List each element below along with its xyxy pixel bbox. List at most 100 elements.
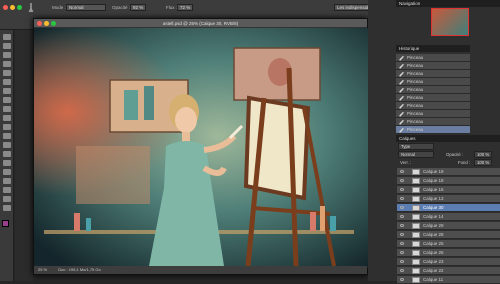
history-item-label: Pinceau bbox=[407, 63, 424, 68]
fill-label: Fond : bbox=[458, 160, 471, 165]
eye-icon[interactable] bbox=[400, 269, 404, 272]
eye-icon[interactable] bbox=[400, 242, 404, 245]
layer-kind-filter[interactable]: Type bbox=[398, 143, 434, 150]
eye-icon[interactable] bbox=[400, 197, 404, 200]
layer-name: Calque 16 bbox=[423, 187, 444, 192]
brush-icon bbox=[399, 104, 404, 109]
minimize-window-icon[interactable] bbox=[10, 5, 15, 10]
eye-icon[interactable] bbox=[400, 260, 404, 263]
foreground-color-swatch[interactable] bbox=[2, 220, 9, 227]
mode-select[interactable]: Normal bbox=[66, 4, 106, 11]
layer-thumbnail bbox=[412, 267, 420, 274]
healing-tool-icon[interactable] bbox=[3, 88, 11, 94]
type-tool-icon[interactable] bbox=[3, 169, 11, 175]
layer-name: Calque 23 bbox=[423, 259, 444, 264]
workspace-background bbox=[15, 30, 33, 281]
layer-row[interactable]: Calque 19 bbox=[397, 168, 500, 176]
painting-artwork bbox=[34, 28, 369, 268]
zoom-document-icon[interactable] bbox=[51, 21, 56, 26]
layer-row[interactable]: Calque 14 bbox=[397, 213, 500, 221]
dodge-tool-icon[interactable] bbox=[3, 151, 11, 157]
history-item[interactable]: Pinceau bbox=[396, 118, 470, 126]
layer-row[interactable]: Calque 26 bbox=[397, 249, 500, 257]
layer-thumbnail bbox=[412, 240, 420, 247]
history-item[interactable]: Pinceau bbox=[396, 62, 470, 70]
history-item-label: Pinceau bbox=[407, 71, 424, 76]
history-item[interactable]: Pinceau bbox=[396, 86, 470, 94]
layer-name: Calque 28 bbox=[423, 232, 444, 237]
eye-icon[interactable] bbox=[400, 170, 404, 173]
blur-tool-icon[interactable] bbox=[3, 142, 11, 148]
layer-row[interactable]: Calque 13 bbox=[397, 195, 500, 203]
brush-tool-icon[interactable] bbox=[28, 3, 34, 12]
move-tool-icon[interactable] bbox=[3, 34, 11, 40]
history-tab[interactable]: Historique bbox=[396, 45, 470, 52]
brush-icon bbox=[399, 56, 404, 61]
navigator-tab[interactable]: Navigation bbox=[396, 0, 500, 7]
layer-row[interactable]: Calque 28 bbox=[397, 231, 500, 239]
zoom-tool-icon[interactable] bbox=[3, 205, 11, 211]
layer-thumbnail bbox=[412, 276, 420, 283]
document-title-bar[interactable]: astell.psd @ 25% (Calque 30, RVB/8) bbox=[34, 19, 367, 28]
quick-select-tool-icon[interactable] bbox=[3, 61, 11, 67]
shape-tool-icon[interactable] bbox=[3, 187, 11, 193]
fill-field[interactable]: 100 % bbox=[474, 159, 492, 166]
eye-icon[interactable] bbox=[400, 251, 404, 254]
eye-icon[interactable] bbox=[400, 179, 404, 182]
layer-thumbnail bbox=[412, 177, 420, 184]
pen-tool-icon[interactable] bbox=[3, 160, 11, 166]
layer-row[interactable]: Calque 11 bbox=[397, 276, 500, 284]
history-item[interactable]: Pinceau bbox=[396, 54, 470, 62]
layer-row[interactable]: Calque 23 bbox=[397, 258, 500, 266]
history-item[interactable]: Pinceau bbox=[396, 126, 470, 134]
close-document-icon[interactable] bbox=[37, 21, 42, 26]
layer-row[interactable]: Calque 29 bbox=[397, 222, 500, 230]
zoom-window-icon[interactable] bbox=[17, 5, 22, 10]
document-size: Doc : 199,1 Mo/1,75 Go bbox=[58, 267, 101, 272]
eye-icon[interactable] bbox=[400, 215, 404, 218]
crop-tool-icon[interactable] bbox=[3, 70, 11, 76]
path-select-tool-icon[interactable] bbox=[3, 178, 11, 184]
lasso-tool-icon[interactable] bbox=[3, 52, 11, 58]
layer-name: Calque 25 bbox=[423, 241, 444, 246]
brush-icon bbox=[399, 112, 404, 117]
stamp-tool-icon[interactable] bbox=[3, 106, 11, 112]
brush-tool-icon[interactable] bbox=[3, 97, 11, 103]
history-brush-tool-icon[interactable] bbox=[3, 115, 11, 121]
layer-row[interactable]: Calque 25 bbox=[397, 240, 500, 248]
opacity-field[interactable]: 92 % bbox=[130, 4, 146, 11]
eye-icon[interactable] bbox=[400, 233, 404, 236]
layer-name: Calque 19 bbox=[423, 169, 444, 174]
hand-tool-icon[interactable] bbox=[3, 196, 11, 202]
layer-thumbnail bbox=[412, 168, 420, 175]
close-window-icon[interactable] bbox=[3, 5, 8, 10]
history-item[interactable]: Pinceau bbox=[396, 102, 470, 110]
eye-icon[interactable] bbox=[400, 188, 404, 191]
document-window: astell.psd @ 25% (Calque 30, RVB/8) 25 %… bbox=[33, 18, 369, 275]
minimize-document-icon[interactable] bbox=[44, 21, 49, 26]
eyedropper-tool-icon[interactable] bbox=[3, 79, 11, 85]
layer-row[interactable]: Calque 16 bbox=[397, 186, 500, 194]
history-item[interactable]: Pinceau bbox=[396, 70, 470, 78]
marquee-tool-icon[interactable] bbox=[3, 43, 11, 49]
eraser-tool-icon[interactable] bbox=[3, 124, 11, 130]
layer-row[interactable]: Calque 30 bbox=[397, 204, 500, 212]
layer-opacity-field[interactable]: 100 % bbox=[474, 151, 492, 158]
layers-tab[interactable]: Calques bbox=[396, 135, 500, 142]
eye-icon[interactable] bbox=[400, 224, 404, 227]
blend-mode-select[interactable]: Normal bbox=[398, 151, 434, 158]
history-item[interactable]: Pinceau bbox=[396, 94, 470, 102]
gradient-tool-icon[interactable] bbox=[3, 133, 11, 139]
canvas[interactable] bbox=[34, 28, 369, 268]
eye-icon[interactable] bbox=[400, 206, 404, 209]
navigator-preview[interactable] bbox=[431, 8, 469, 36]
history-item-label: Pinceau bbox=[407, 79, 424, 84]
flow-field[interactable]: 72 % bbox=[177, 4, 193, 11]
history-item[interactable]: Pinceau bbox=[396, 110, 470, 118]
layer-row[interactable]: Calque 18 bbox=[397, 177, 500, 185]
zoom-level[interactable]: 25 % bbox=[38, 267, 47, 272]
mode-label: Mode : bbox=[52, 5, 66, 10]
history-item-label: Pinceau bbox=[407, 119, 424, 124]
history-item[interactable]: Pinceau bbox=[396, 78, 470, 86]
layer-row[interactable]: Calque 22 bbox=[397, 267, 500, 275]
